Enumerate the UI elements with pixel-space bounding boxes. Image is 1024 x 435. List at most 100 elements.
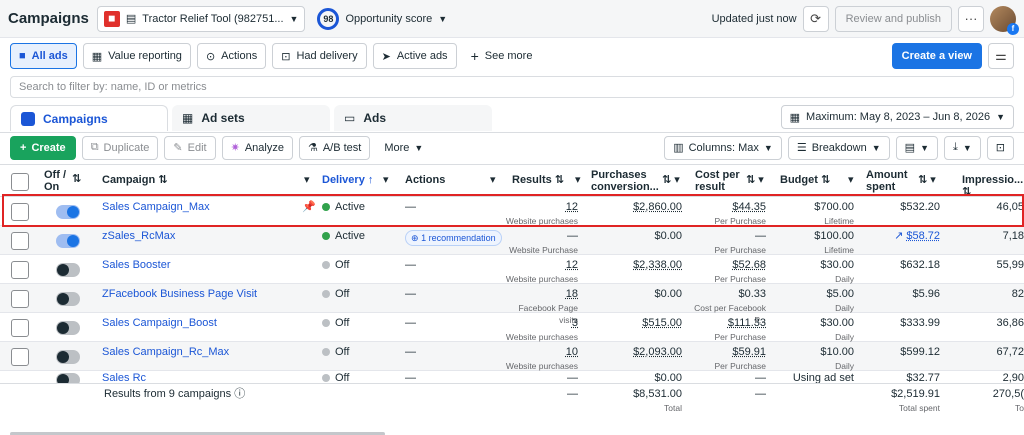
breakdown-button[interactable]: ☰ Breakdown ▼ [787, 135, 890, 160]
duplicate-label: Duplicate [103, 141, 150, 154]
recommendation-badge[interactable]: ⊕ 1 recommendation [405, 230, 502, 246]
date-range-picker[interactable]: ▦ Maximum: May 8, 2023 – Jun 8, 2026 ▼ [780, 105, 1014, 129]
delivery-status: Off [322, 346, 349, 358]
campaign-toggle[interactable] [56, 321, 80, 335]
row-checkbox[interactable] [11, 290, 29, 308]
campaign-name-link[interactable]: zSales_RcMax [102, 230, 175, 242]
more-options-button[interactable]: ··· [958, 5, 984, 32]
table-row[interactable]: zSales_RcMax Active ⊕ 1 recommendation —… [0, 226, 1024, 255]
campaign-name-link[interactable]: ZFacebook Business Page Visit [102, 288, 257, 300]
table-row[interactable]: ZFacebook Business Page Visit Off — 18 Fa… [0, 284, 1024, 325]
all-ads-filter[interactable]: ■ All ads [10, 43, 77, 69]
row-checkbox[interactable] [11, 261, 29, 279]
col-budget[interactable]: Budget ⇅ [780, 174, 830, 186]
col-purchases-conversion[interactable]: Purchases conversion... [591, 169, 661, 193]
chart-toggle-button[interactable]: ⊡ [986, 135, 1014, 160]
col-campaign[interactable]: Campaign ⇅ [102, 174, 167, 186]
pin-icon[interactable]: 📌 [302, 201, 316, 213]
reports-button[interactable]: ▤ ▼ [895, 135, 938, 160]
actions-label: Actions [221, 50, 258, 62]
select-all-checkbox[interactable] [11, 173, 29, 191]
campaign-name-link[interactable]: Sales Booster [102, 259, 170, 271]
folder-icon: ■ [19, 50, 26, 62]
table-row[interactable]: Sales Campaign_Max 📌 Active — 12 Website … [0, 197, 1024, 226]
col-actions[interactable]: Actions [405, 174, 445, 186]
more-button[interactable]: More ▼ [376, 135, 432, 160]
results-value: 18 [565, 288, 578, 300]
value-reporting-filter[interactable]: ▦ Value reporting [82, 43, 191, 69]
search-input[interactable]: Search to filter by: name, ID or metrics [10, 76, 1014, 98]
row-checkbox[interactable] [11, 232, 29, 250]
chevron-down-icon[interactable]: ▾ [575, 174, 581, 186]
purchases-cell: $515.00 [642, 317, 682, 329]
edit-button[interactable]: ✎ Edit [164, 135, 216, 160]
filter-bar: ■ All ads ▦ Value reporting ⊙ Actions ⊡ … [0, 38, 1024, 74]
col-impressions[interactable]: Impressio... ⇅ [962, 174, 1024, 198]
budget-value: $5.00 [826, 288, 854, 300]
had-delivery-filter[interactable]: ⊡ Had delivery [272, 43, 367, 69]
chevron-down-icon[interactable]: ▾ [383, 174, 389, 186]
campaign-name-link[interactable]: Sales Campaign_Rc_Max [102, 346, 229, 358]
campaign-name-link[interactable]: Sales Campaign_Max [102, 201, 210, 213]
create-view-button[interactable]: Create a view [891, 43, 982, 69]
budget-value: $700.00 [814, 201, 854, 213]
review-publish-button[interactable]: Review and publish [834, 5, 952, 32]
table-row[interactable]: Sales Campaign_Rc_Max Off — 10 Website pu… [0, 342, 1024, 371]
campaign-toggle[interactable] [56, 350, 80, 364]
opportunity-score[interactable]: 98 Opportunity score ▼ [317, 7, 447, 30]
sort-icon[interactable]: ⇅ [72, 173, 81, 185]
avatar[interactable]: f [990, 5, 1019, 35]
table-row[interactable]: Sales Booster Off — 12 Website purchases … [0, 255, 1024, 284]
col-amount-spent[interactable]: Amount spent [866, 169, 916, 193]
results-cell: 3 Website purchases [500, 317, 578, 343]
footer-cost: — [755, 388, 766, 400]
budget-value: $30.00 [820, 259, 854, 271]
budget-value: $100.00 [814, 230, 854, 242]
see-more-button[interactable]: + See more [463, 48, 541, 64]
tab-ads[interactable]: ▭ Ads [334, 105, 492, 131]
columns-button[interactable]: ▥ Columns: Max ▼ [664, 135, 782, 160]
refresh-icon[interactable]: ⟳ [802, 5, 829, 32]
duplicate-button[interactable]: ⧉ Duplicate [81, 135, 159, 160]
impressions-cell: 46,05 [996, 201, 1024, 213]
results-cell: — Website Purchase [500, 230, 578, 256]
row-checkbox[interactable] [11, 203, 29, 221]
grid-icon: ▦ [182, 111, 194, 125]
sort-icon[interactable]: ⇅ ▾ [918, 174, 936, 186]
tab-ads-label: Ads [363, 111, 387, 125]
delivery-status-label: Off [335, 346, 350, 358]
campaign-toggle[interactable] [56, 205, 80, 219]
export-button[interactable]: ⤓ ▼ [943, 135, 981, 160]
footer-spent-sub: Total spent [898, 403, 940, 413]
budget-cell: $100.00 Lifetime [770, 230, 854, 256]
chevron-down-icon[interactable]: ▾ [848, 174, 854, 186]
row-checkbox[interactable] [11, 348, 29, 366]
account-selector[interactable]: ◼ ▤ Tractor Relief Tool (982751... ▼ [96, 5, 306, 32]
chevron-down-icon[interactable]: ▾ [304, 174, 310, 186]
info-icon[interactable]: ⓘ [234, 388, 245, 400]
tab-ad-sets[interactable]: ▦ Ad sets [172, 105, 330, 131]
actions-filter[interactable]: ⊙ Actions [196, 43, 267, 69]
campaign-name-link[interactable]: Sales Campaign_Boost [102, 317, 217, 329]
campaign-toggle[interactable] [56, 292, 80, 306]
analyze-button[interactable]: ✷ Analyze [221, 135, 293, 160]
create-button[interactable]: + Create [10, 135, 76, 160]
campaign-toggle[interactable] [56, 234, 80, 248]
col-results[interactable]: Results ⇅ [512, 174, 564, 186]
tab-campaigns[interactable]: Campaigns [10, 105, 168, 131]
sort-icon[interactable]: ⇅ ▾ [662, 174, 680, 186]
col-delivery[interactable]: Delivery ↑ [322, 174, 373, 186]
calendar-icon: ▦ [789, 111, 801, 124]
ab-test-button[interactable]: ⚗ A/B test [298, 135, 371, 160]
chevron-down-icon[interactable]: ▾ [490, 174, 496, 186]
col-cost-per-result[interactable]: Cost per result [695, 169, 745, 193]
actions-cell: — [405, 346, 416, 358]
sort-icon[interactable]: ⇅ ▾ [746, 174, 764, 186]
settings-sliders-icon[interactable]: ⚌ [988, 43, 1014, 69]
columns-label: Columns: Max [688, 141, 759, 154]
campaign-toggle[interactable] [56, 263, 80, 277]
active-ads-filter[interactable]: ➤ Active ads [372, 43, 457, 69]
table-row[interactable]: Sales Campaign_Boost Off — 3 Website purc… [0, 313, 1024, 342]
row-checkbox[interactable] [11, 319, 29, 337]
cost-value: $52.68 [732, 259, 766, 271]
